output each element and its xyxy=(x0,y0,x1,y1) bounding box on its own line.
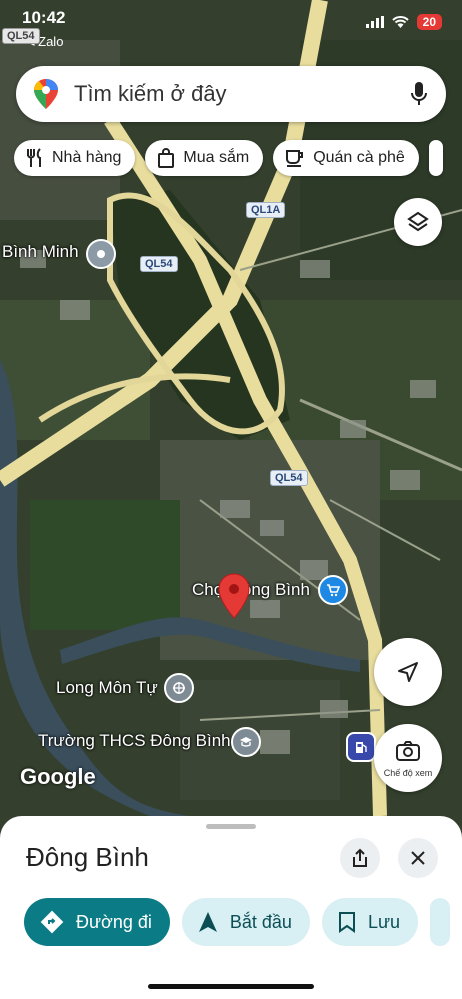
battery-indicator: 20 xyxy=(416,14,442,30)
temple-poi-icon[interactable] xyxy=(164,673,194,703)
chip-more[interactable] xyxy=(428,140,443,176)
layers-icon xyxy=(407,211,429,232)
chip-restaurants[interactable]: Nhà hàng xyxy=(14,140,136,176)
close-icon xyxy=(411,851,425,865)
shopping-bag-icon xyxy=(158,148,175,168)
save-label: Lưu xyxy=(367,911,401,932)
camera-search-icon xyxy=(396,741,420,761)
navigation-start-icon xyxy=(198,912,217,932)
start-label: Bắt đầu xyxy=(229,911,292,932)
label-binh-minh: Bình Minh xyxy=(2,242,79,261)
road-shield-ql54-mid: QL54 xyxy=(140,256,178,272)
chip-restaurants-label: Nhà hàng xyxy=(52,149,122,166)
label-cho-dong-binh: Chợ Đông Bình xyxy=(192,580,310,599)
directions-label: Đường đi xyxy=(76,911,152,932)
road-shield-ql54-top: QL54 xyxy=(2,28,40,44)
chip-shopping[interactable]: Mua sắm xyxy=(145,140,264,176)
sheet-drag-handle[interactable] xyxy=(206,824,256,829)
microphone-icon[interactable] xyxy=(410,81,428,107)
fork-knife-icon xyxy=(27,148,41,167)
search-bar[interactable]: Tìm kiếm ở đây xyxy=(16,66,446,122)
category-chips: Nhà hàng Mua sắm Quán cà phê xyxy=(14,140,443,176)
search-placeholder: Tìm kiếm ở đây xyxy=(74,81,227,106)
coffee-cup-icon xyxy=(286,150,304,167)
binh-minh-poi-icon[interactable] xyxy=(86,239,116,269)
back-app-label: Zalo xyxy=(38,34,64,49)
road-shield-ql1a: QL1A xyxy=(246,202,286,218)
gas-station-icon[interactable] xyxy=(346,732,376,762)
view-mode-label: Chế độ xem xyxy=(383,768,433,778)
directions-icon xyxy=(40,910,64,934)
bookmark-icon xyxy=(338,912,355,933)
school-poi-icon[interactable] xyxy=(231,727,261,757)
location-pin-icon[interactable] xyxy=(218,573,250,619)
label-long-mon-tu: Long Môn Tự xyxy=(56,678,158,697)
status-icons: 20 xyxy=(365,14,442,30)
view-mode-button[interactable] xyxy=(374,724,442,792)
google-attribution: Google xyxy=(20,764,96,789)
start-button[interactable]: Bắt đầu xyxy=(181,898,310,946)
place-title: Đông Bình xyxy=(26,842,149,872)
wifi-icon xyxy=(391,16,409,28)
share-icon xyxy=(353,848,367,867)
directions-button[interactable]: Đường đi xyxy=(24,898,170,946)
share-button[interactable] xyxy=(340,838,380,878)
home-indicator xyxy=(148,984,314,989)
cellular-signal-icon xyxy=(365,16,384,28)
label-truong-thcs: Trường THCS Đông Bình xyxy=(38,731,231,750)
road-shield-ql54-low: QL54 xyxy=(270,470,308,486)
status-time: 10:42 xyxy=(22,8,66,27)
google-maps-logo-icon xyxy=(34,79,58,109)
layers-button[interactable] xyxy=(394,198,442,246)
place-bottom-sheet[interactable]: Đông Bình Đường đi Bắt đầu Lưu xyxy=(0,816,462,999)
close-button[interactable] xyxy=(398,838,438,878)
chip-cafes-label: Quán cà phê xyxy=(313,149,405,166)
status-bar: 10:42 ◂ Zalo 20 xyxy=(0,0,462,49)
chip-shopping-label: Mua sắm xyxy=(183,149,250,166)
chip-cafes[interactable]: Quán cà phê xyxy=(273,140,419,176)
navigation-arrow-icon xyxy=(398,662,418,682)
more-actions-button[interactable] xyxy=(430,898,451,946)
save-button[interactable]: Lưu xyxy=(321,898,419,946)
sheet-actions: Đường đi Bắt đầu Lưu xyxy=(24,898,451,946)
my-location-button[interactable] xyxy=(374,638,442,706)
shopping-cart-icon[interactable] xyxy=(318,575,348,605)
